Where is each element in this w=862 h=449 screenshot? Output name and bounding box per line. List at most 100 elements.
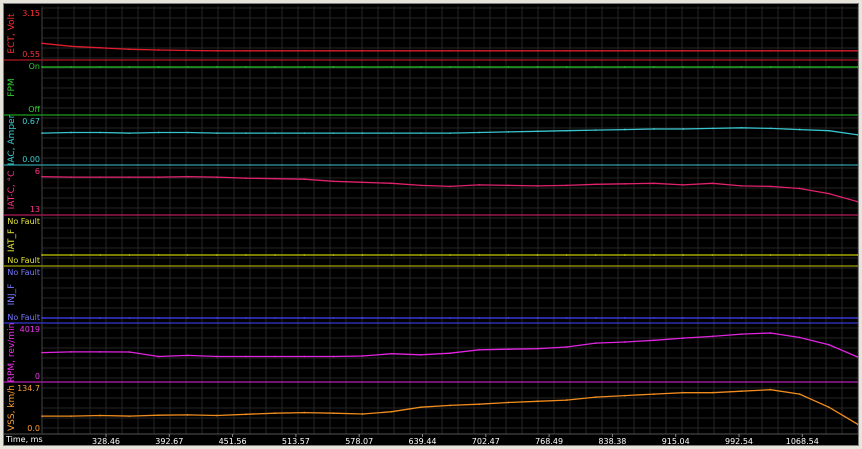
data-point xyxy=(565,66,568,68)
data-point xyxy=(361,181,364,184)
data-point xyxy=(565,254,568,256)
data-point xyxy=(186,49,189,52)
data-point xyxy=(769,388,772,391)
data-point xyxy=(274,317,277,319)
data-point xyxy=(711,391,714,394)
data-point xyxy=(623,254,626,256)
channel-max-label: 3.15 xyxy=(22,9,40,18)
channel-label: IAT_F xyxy=(7,229,17,252)
data-point xyxy=(682,337,685,339)
data-point xyxy=(507,401,510,404)
data-point xyxy=(623,49,626,52)
data-point xyxy=(186,354,189,357)
data-point xyxy=(332,355,335,358)
data-point xyxy=(798,66,801,68)
data-point xyxy=(565,399,568,401)
data-point xyxy=(594,317,597,319)
data-point xyxy=(332,254,335,256)
data-point xyxy=(41,132,43,135)
data-point xyxy=(682,183,685,186)
data-point xyxy=(682,49,685,52)
x-tick-label: 639.44 xyxy=(409,437,437,446)
channel-min-label: No Fault xyxy=(7,313,40,322)
data-point xyxy=(711,182,714,185)
data-point xyxy=(711,335,714,338)
data-point xyxy=(827,406,830,409)
plot-area[interactable]: ECT, Volt 3.15 0.55 FPM On Off IAC, Amper 0.67 0… xyxy=(3,3,859,446)
data-point xyxy=(128,176,131,179)
multichannel-line-chart: ECT, Volt 3.15 0.55 FPM On Off IAC, Amper 0.67 0… xyxy=(4,6,858,446)
data-point xyxy=(653,182,655,185)
data-point xyxy=(740,333,743,336)
channel-max-label: 4019 xyxy=(20,325,40,334)
data-point xyxy=(478,348,481,351)
graph-window: ECT, Volt 3.15 0.55 FPM On Off IAC, Amper 0.67 0… xyxy=(0,0,862,449)
data-point xyxy=(536,317,539,319)
data-point xyxy=(215,176,218,179)
data-point xyxy=(769,332,772,334)
data-point xyxy=(449,404,451,407)
channel-panels: ECT, Volt 3.15 0.55 FPM On Off IAC, Amper 0.67 0… xyxy=(4,8,858,435)
data-point xyxy=(41,66,43,68)
data-point xyxy=(565,317,568,319)
channel-min-label: No Fault xyxy=(7,256,40,265)
channel-max-label: On xyxy=(29,62,40,71)
data-point xyxy=(653,393,655,396)
data-point xyxy=(303,254,306,256)
data-point xyxy=(623,182,626,185)
data-point xyxy=(653,339,655,342)
channel-label: IAC, Amper xyxy=(7,114,17,165)
data-point xyxy=(41,42,43,45)
data-point xyxy=(594,254,597,256)
x-axis-label: Time, ms xyxy=(5,435,43,444)
data-point xyxy=(128,66,131,68)
data-point xyxy=(653,66,655,68)
data-point xyxy=(99,254,102,256)
data-point xyxy=(565,129,568,132)
series-line-vss xyxy=(42,389,858,425)
data-point xyxy=(478,254,481,256)
data-point xyxy=(128,132,131,135)
data-point xyxy=(740,317,743,319)
data-point xyxy=(70,317,73,319)
data-point xyxy=(157,176,160,179)
data-point xyxy=(507,317,510,319)
data-point xyxy=(361,49,364,52)
data-point xyxy=(128,48,131,51)
data-point xyxy=(594,342,597,344)
data-point xyxy=(41,351,43,354)
data-point xyxy=(711,317,714,319)
data-point xyxy=(682,128,685,130)
channel-min-label: 0.00 xyxy=(22,155,40,164)
data-point xyxy=(186,317,189,319)
x-tick-label: 392.67 xyxy=(155,437,183,446)
data-point xyxy=(157,49,160,51)
data-point xyxy=(798,336,801,339)
data-point xyxy=(478,317,481,319)
data-point xyxy=(157,66,160,68)
x-tick-label: 768.49 xyxy=(535,437,563,446)
data-point xyxy=(128,317,131,319)
data-point xyxy=(857,356,858,358)
data-point xyxy=(390,132,393,135)
data-point xyxy=(245,254,247,256)
data-point xyxy=(507,348,510,351)
data-point xyxy=(449,66,451,68)
data-point xyxy=(798,254,801,256)
data-point xyxy=(332,180,335,183)
data-point xyxy=(99,176,102,179)
data-point xyxy=(507,184,510,187)
data-point xyxy=(215,317,218,319)
series-line-ect xyxy=(41,42,858,52)
data-point xyxy=(857,66,858,68)
channel-min-label: 0 xyxy=(35,372,40,381)
data-point xyxy=(594,66,597,68)
channel-rpm: RPM, rev/min 4019 0 xyxy=(4,323,858,383)
x-tick-label: 702.47 xyxy=(472,437,500,446)
data-point xyxy=(70,176,73,179)
data-point xyxy=(857,134,858,136)
data-point xyxy=(157,131,160,134)
data-point xyxy=(361,413,364,415)
data-point xyxy=(303,317,306,319)
data-point xyxy=(157,254,160,256)
